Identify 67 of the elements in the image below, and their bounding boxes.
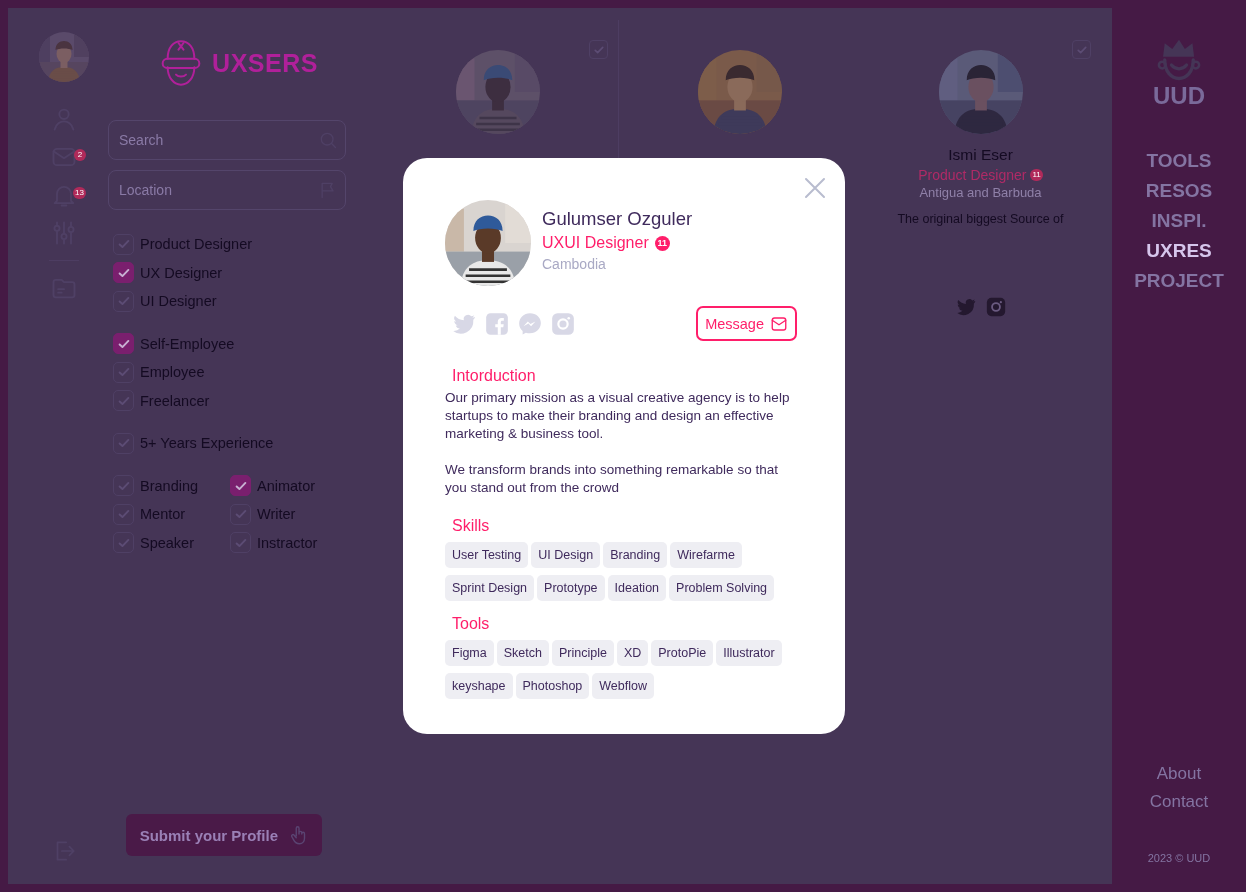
location-text: Antigua and Barbuda — [919, 185, 1042, 200]
checkbox[interactable] — [589, 40, 608, 59]
paragraph: We transform brands into something remarkable so that you stand out from the crowd — [445, 461, 779, 497]
paragraph: Our primary mission as a visual creative agency is to help startups to make their branding and design an effective marketing & business tool. — [445, 389, 791, 443]
messenger-icon[interactable] — [517, 310, 543, 337]
menu-item[interactable]: PROJECT — [1134, 270, 1224, 292]
menu-item[interactable]: INSPI. — [1151, 210, 1207, 232]
tag: Sketch — [496, 640, 549, 666]
menu-item[interactable]: TOOLS — [1146, 150, 1212, 172]
mail-icon — [770, 314, 788, 333]
tag: Photoshop — [515, 673, 590, 699]
facebook-icon[interactable] — [484, 310, 510, 337]
notification-badge: 13 — [73, 187, 86, 199]
tag: Prototype — [537, 575, 605, 601]
close-icon — [803, 176, 827, 200]
checkbox[interactable] — [113, 390, 134, 412]
checkbox[interactable] — [230, 475, 251, 497]
footer-link[interactable]: Contact — [1149, 792, 1209, 812]
checkbox[interactable] — [113, 432, 134, 454]
footer-link[interactable]: About — [1156, 764, 1202, 784]
checkbox[interactable] — [230, 503, 251, 525]
notification-badge: 2 — [74, 149, 86, 161]
checkbox[interactable] — [113, 503, 134, 525]
search-field[interactable]: Search — [108, 120, 346, 160]
tag: ProtoPie — [651, 640, 714, 666]
message-button[interactable]: Message — [696, 306, 797, 341]
section-title: Tools — [452, 615, 491, 633]
tag: keyshape — [445, 673, 513, 699]
submit-button[interactable]: Submit your Profile — [125, 814, 322, 856]
tag: Sprint Design — [445, 575, 535, 601]
tag: Branding — [603, 542, 668, 568]
job-title: UXUI Designer — [542, 234, 649, 252]
checkbox[interactable] — [113, 475, 134, 497]
count-badge: 11 — [654, 235, 670, 251]
checkbox[interactable] — [113, 333, 134, 355]
instagram-icon[interactable] — [550, 310, 576, 337]
tag: Wirefarme — [670, 542, 742, 568]
count-badge: 11 — [1030, 169, 1043, 181]
logo-text: UXSERS — [212, 48, 318, 78]
section-title: Skills — [452, 517, 491, 535]
tag: XD — [616, 640, 649, 666]
checkbox[interactable] — [1072, 40, 1091, 59]
tag: User Testing — [445, 542, 529, 568]
instagram-icon[interactable] — [984, 296, 1007, 318]
tag: Figma — [445, 640, 494, 666]
checkbox[interactable] — [113, 233, 134, 255]
location-field[interactable]: Location — [108, 170, 346, 210]
location-text: Cambodia — [542, 256, 607, 272]
tag: Principle — [551, 640, 614, 666]
menu-item[interactable]: UXRES — [1146, 240, 1212, 262]
tag: Ideation — [607, 575, 667, 601]
menu-item[interactable]: RESOS — [1145, 180, 1213, 202]
checkbox[interactable] — [113, 361, 134, 383]
checkbox[interactable] — [113, 532, 134, 554]
checkbox[interactable] — [113, 262, 134, 284]
section-title: Intorduction — [452, 367, 537, 385]
tag: Problem Solving — [669, 575, 775, 601]
tag: Webflow — [592, 673, 654, 699]
checkbox[interactable] — [113, 290, 134, 312]
tag: Illustrator — [716, 640, 782, 666]
copyright-text: 2023 © UUD — [1147, 852, 1211, 864]
brand-name: UUD — [1153, 82, 1205, 110]
job-title: Product Designer — [918, 167, 1027, 183]
profile-name: Gulumser Ozguler — [542, 208, 693, 230]
tag: UI Design — [531, 542, 601, 568]
checkbox[interactable] — [230, 532, 251, 554]
close-button[interactable] — [803, 176, 827, 200]
